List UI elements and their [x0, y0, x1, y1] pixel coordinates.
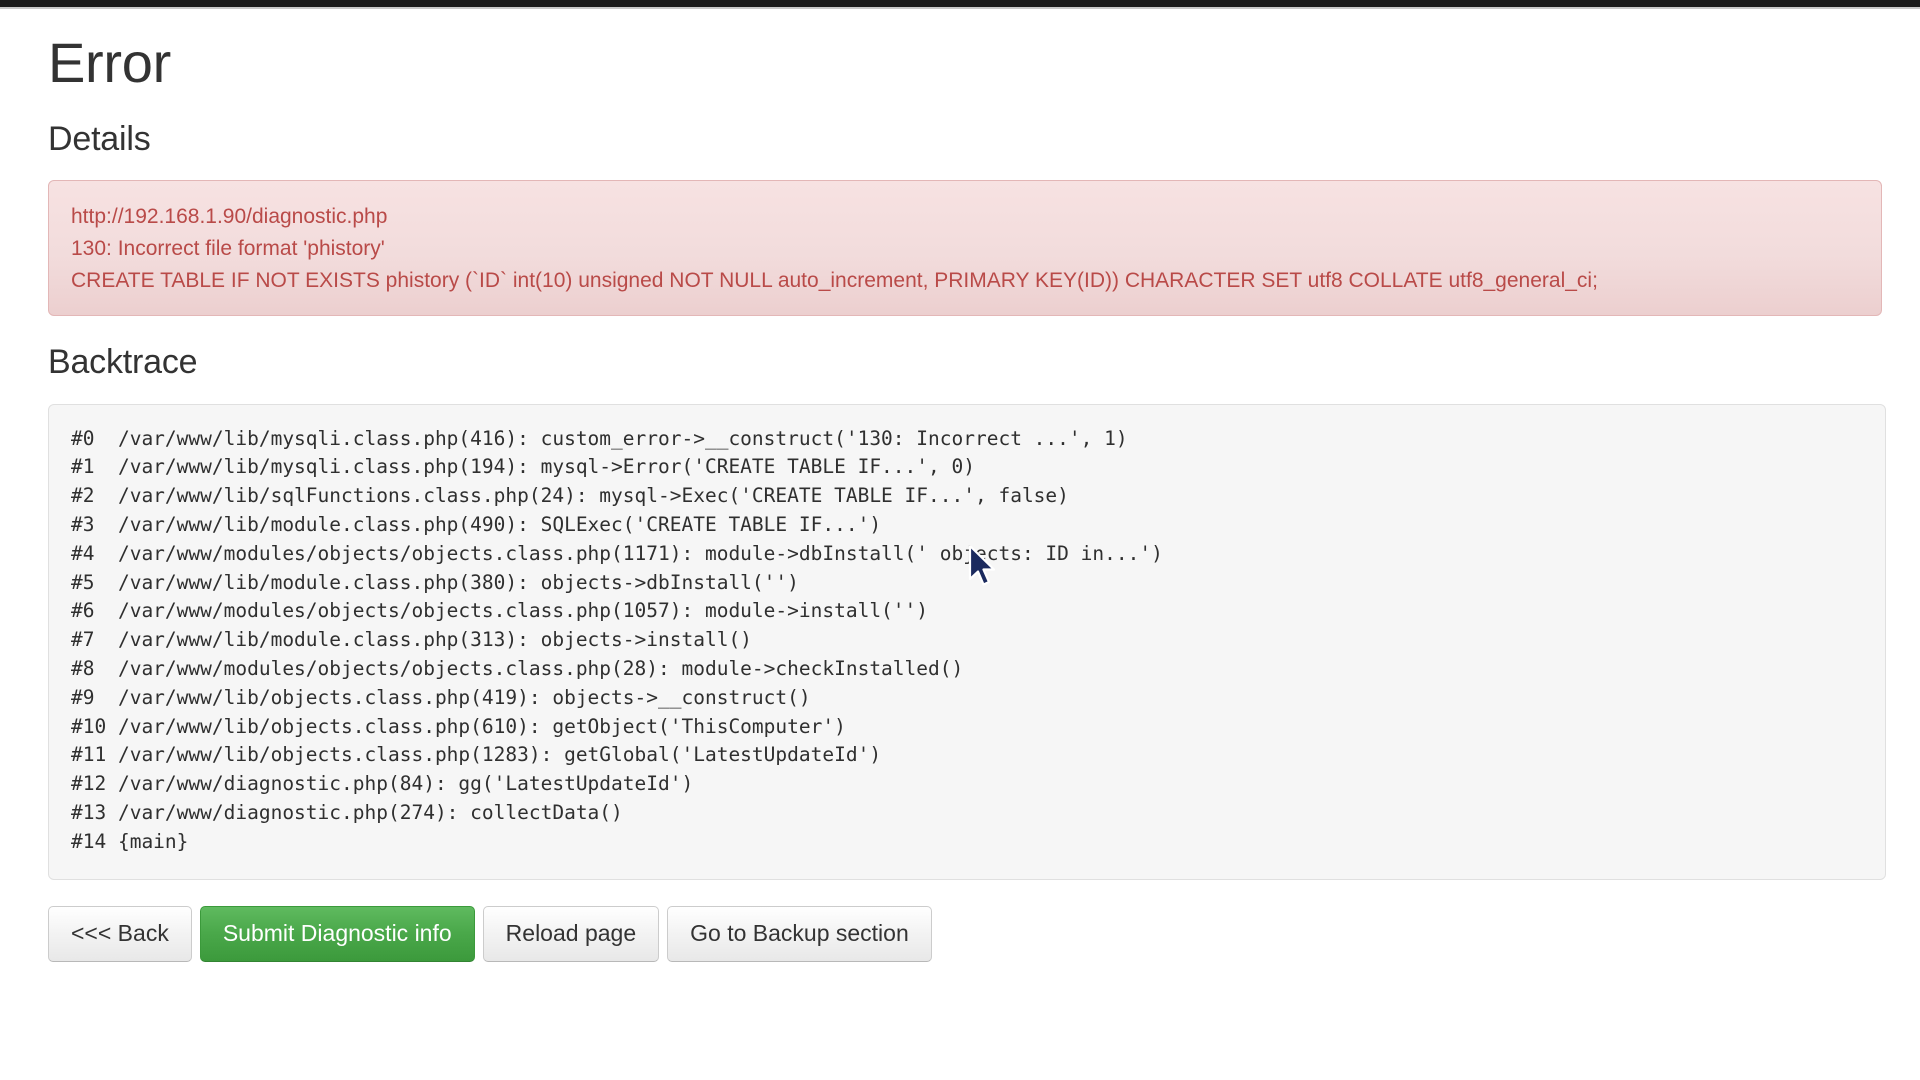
backtrace-box: #0 /var/www/lib/mysqli.class.php(416): c… — [48, 403, 1886, 880]
backtrace-list: #0 /var/www/lib/mysqli.class.php(416): c… — [71, 425, 1863, 857]
backtrace-line: #10 /var/www/lib/objects.class.php(610):… — [71, 714, 846, 738]
go-to-backup-section-button[interactable]: Go to Backup section — [667, 905, 932, 962]
backtrace-line: #14 {main} — [71, 829, 189, 853]
details-line-url: http://192.168.1.90/diagnostic.php — [71, 205, 388, 229]
submit-diagnostic-info-button[interactable]: Submit Diagnostic info — [199, 905, 475, 962]
backtrace-line: #4 /var/www/modules/objects/objects.clas… — [71, 541, 1163, 565]
reload-page-button[interactable]: Reload page — [482, 905, 660, 962]
backtrace-line: #3 /var/www/lib/module.class.php(490): S… — [71, 512, 882, 536]
backtrace-line: #1 /var/www/lib/mysqli.class.php(194): m… — [71, 455, 975, 479]
backtrace-line: #7 /var/www/lib/module.class.php(313): o… — [71, 628, 752, 652]
page-title: Error — [48, 31, 171, 94]
error-page: Error Details http://192.168.1.90/diagno… — [0, 9, 1920, 1080]
browser-chrome-strip — [0, 0, 1920, 7]
details-line-sql: CREATE TABLE IF NOT EXISTS phistory (`ID… — [71, 269, 1598, 293]
details-line-message: 130: Incorrect file format 'phistory' — [71, 237, 385, 261]
backtrace-line: #0 /var/www/lib/mysqli.class.php(416): c… — [71, 426, 1128, 450]
backtrace-line: #6 /var/www/modules/objects/objects.clas… — [71, 599, 929, 623]
backtrace-line: #13 /var/www/diagnostic.php(274): collec… — [71, 800, 623, 824]
backtrace-line: #9 /var/www/lib/objects.class.php(419): … — [71, 685, 811, 709]
error-details-alert: http://192.168.1.90/diagnostic.php 130: … — [48, 180, 1882, 317]
backtrace-heading: Backtrace — [48, 343, 198, 382]
details-heading: Details — [48, 119, 151, 158]
back-button[interactable]: <<< Back — [48, 905, 192, 962]
backtrace-line: #5 /var/www/lib/module.class.php(380): o… — [71, 570, 799, 594]
action-button-row: <<< Back Submit Diagnostic info Reload p… — [48, 905, 1880, 962]
backtrace-line: #12 /var/www/diagnostic.php(84): gg('Lat… — [71, 772, 694, 796]
backtrace-line: #11 /var/www/lib/objects.class.php(1283)… — [71, 743, 882, 767]
backtrace-line: #2 /var/www/lib/sqlFunctions.class.php(2… — [71, 484, 1069, 508]
backtrace-line: #8 /var/www/modules/objects/objects.clas… — [71, 656, 964, 680]
page-container: Error Details http://192.168.1.90/diagno… — [0, 31, 1920, 962]
